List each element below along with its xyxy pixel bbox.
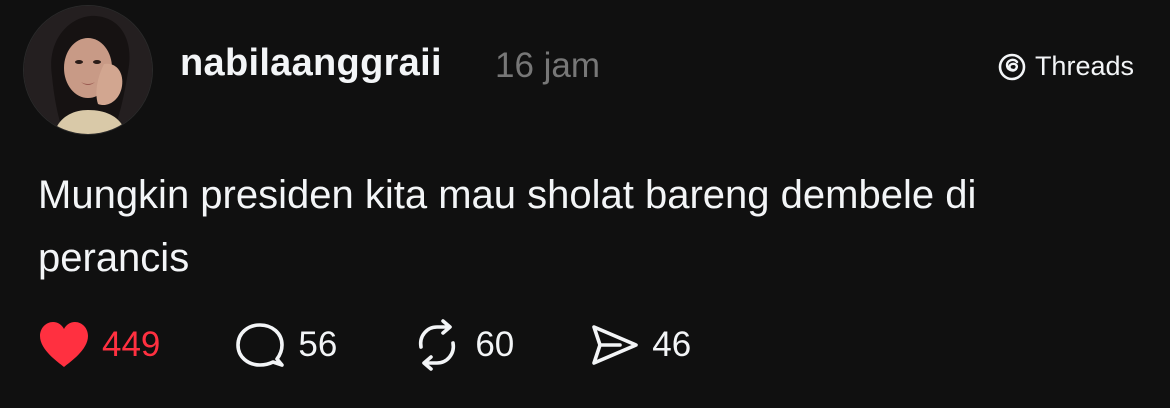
- reply-count: 56: [298, 325, 338, 364]
- threads-logo-icon: [997, 52, 1027, 82]
- send-icon: [586, 319, 642, 371]
- like-count: 449: [102, 325, 161, 364]
- like-button[interactable]: 449: [36, 319, 160, 371]
- heart-icon: [36, 319, 92, 371]
- threads-brand: Threads: [997, 51, 1134, 82]
- repost-button[interactable]: 60: [409, 319, 514, 371]
- speech-bubble-icon: [232, 319, 288, 371]
- username[interactable]: nabilaanggraii: [180, 42, 442, 85]
- post-text: Mungkin presiden kita mau sholat bareng …: [38, 173, 977, 280]
- repost-icon: [409, 319, 465, 371]
- avatar[interactable]: [24, 6, 152, 134]
- share-button[interactable]: 46: [586, 319, 691, 371]
- threads-label: Threads: [1034, 51, 1134, 81]
- action-bar: 449 56 60 46: [36, 319, 691, 371]
- post-timestamp: 16 jam: [495, 46, 601, 85]
- threads-post-card: nabilaanggraii 16 jam Threads Mungkin pr…: [0, 0, 1170, 408]
- share-count: 46: [652, 325, 692, 364]
- reply-button[interactable]: 56: [232, 319, 337, 371]
- repost-count: 60: [475, 325, 515, 364]
- profile-photo: [24, 6, 152, 134]
